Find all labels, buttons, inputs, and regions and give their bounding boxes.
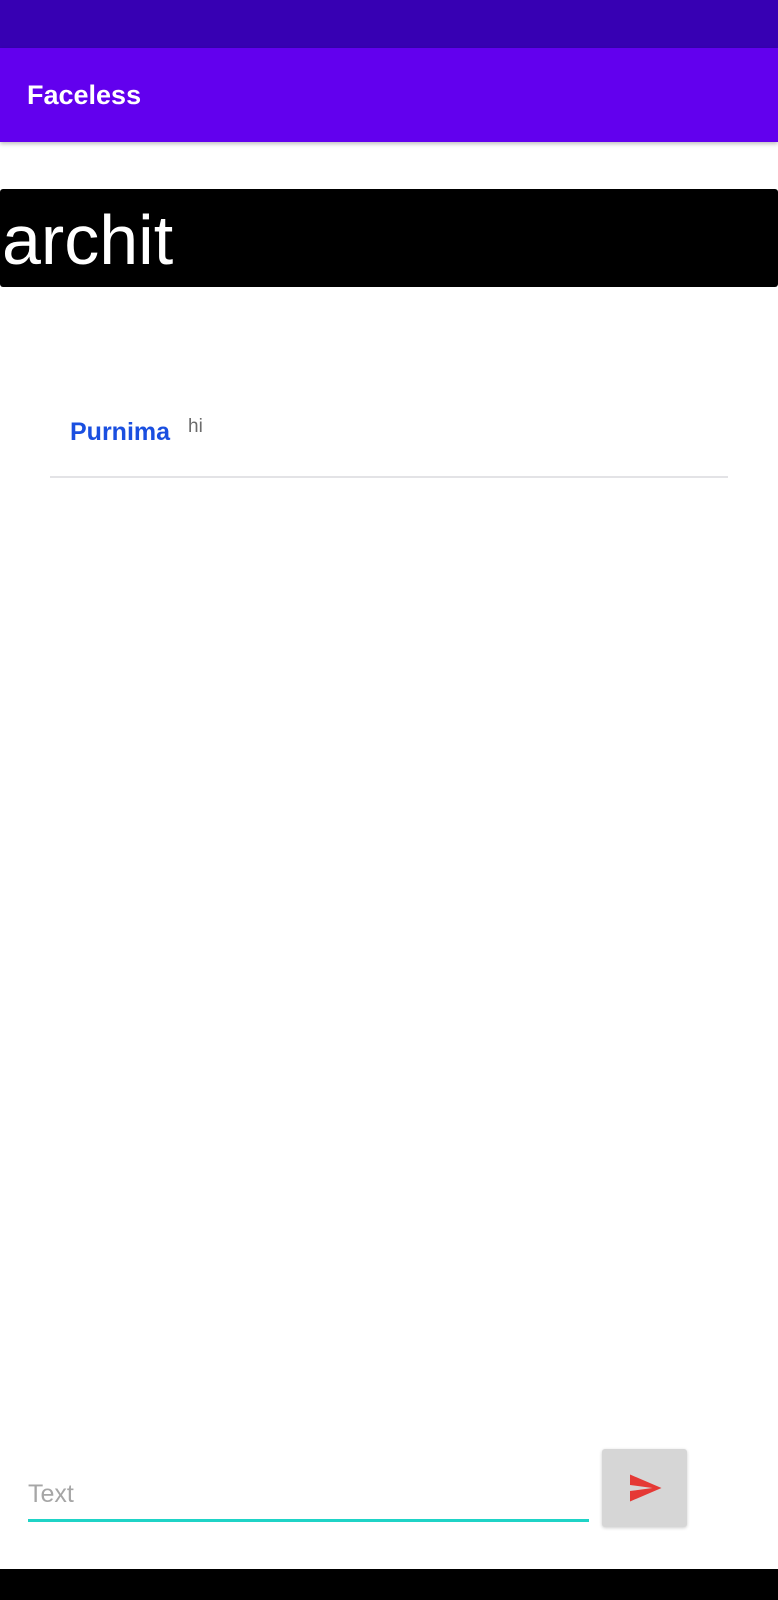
app-bar: Faceless <box>0 48 778 142</box>
send-button[interactable] <box>602 1449 687 1527</box>
send-icon <box>630 1474 662 1502</box>
message-text: hi <box>188 416 203 437</box>
navigation-bar <box>0 1569 778 1600</box>
room-banner: archit <box>0 189 778 287</box>
app-title: Faceless <box>27 80 142 110</box>
status-bar <box>0 0 778 48</box>
message-composer <box>0 1440 778 1536</box>
message-sender: Purnima <box>70 418 171 446</box>
message-list: Purnima hi <box>50 400 728 478</box>
message-input[interactable] <box>28 1470 589 1522</box>
message-row[interactable]: Purnima hi <box>50 400 728 478</box>
room-name: archit <box>2 201 174 279</box>
